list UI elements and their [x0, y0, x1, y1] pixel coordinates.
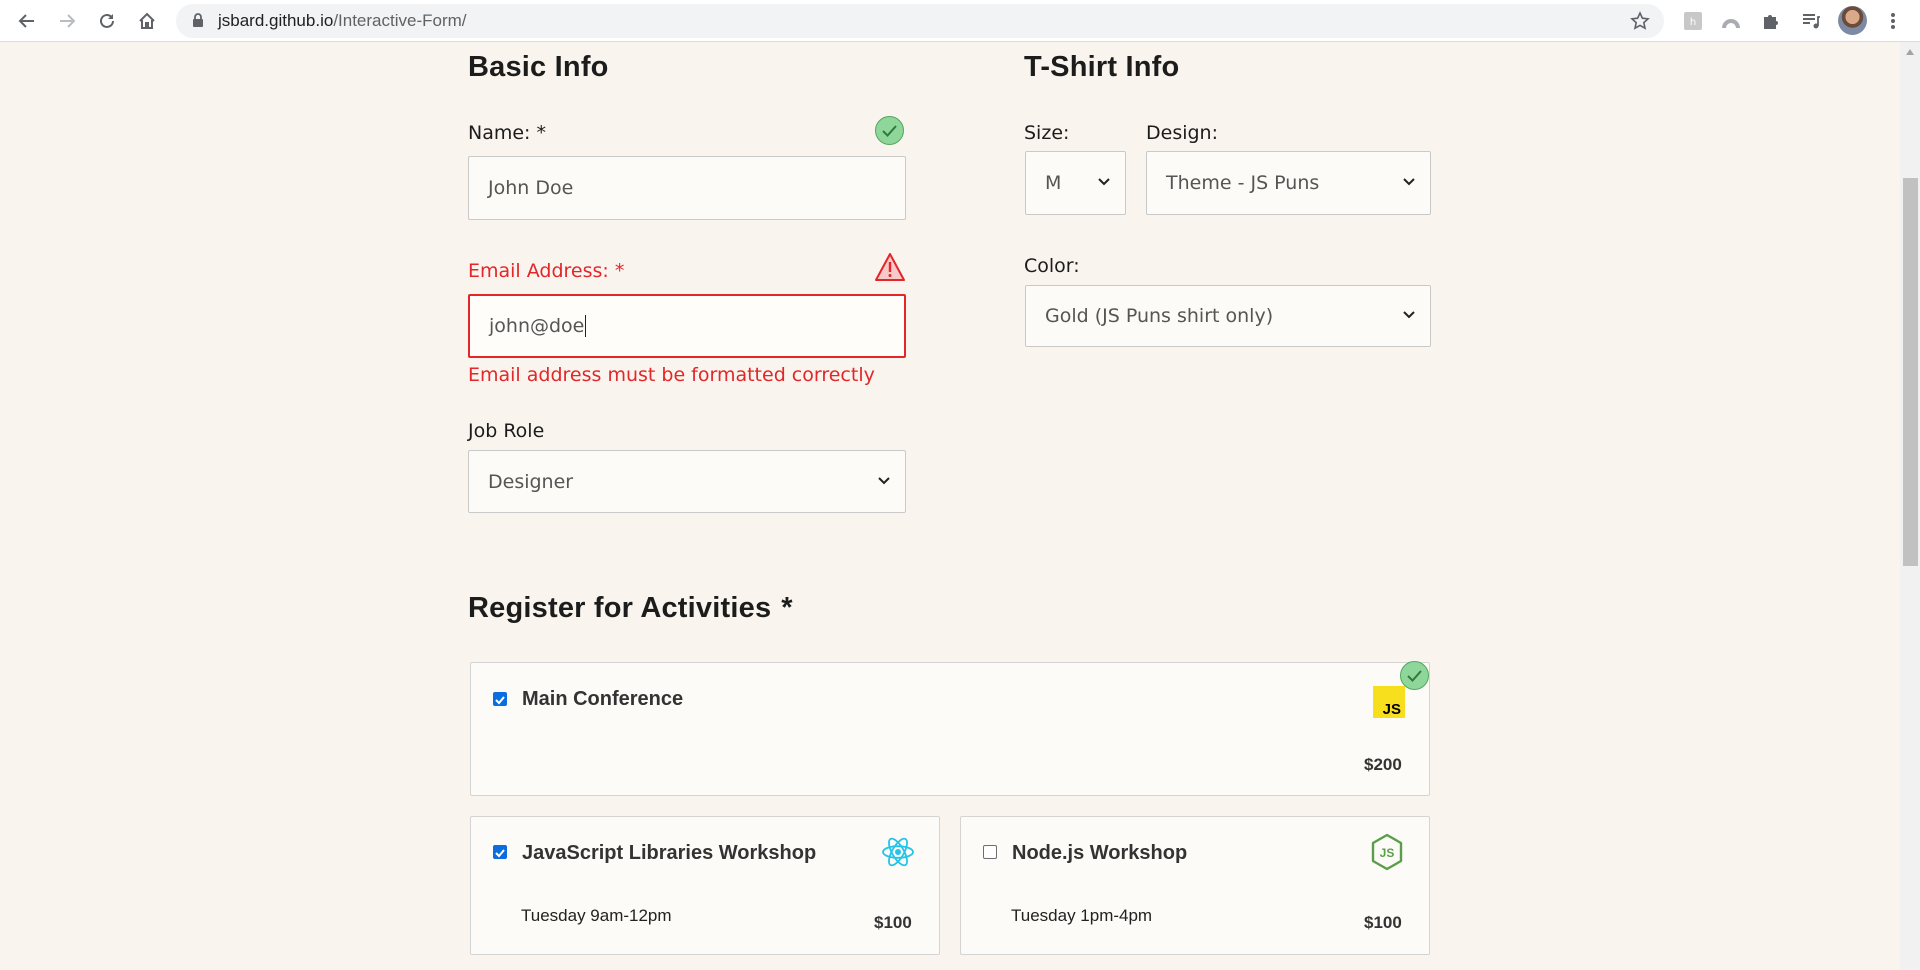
activity-card-main-conference[interactable]: Main Conference JS $200 [470, 662, 1430, 796]
main-conference-title: Main Conference [522, 688, 684, 710]
back-arrow-icon [18, 14, 34, 28]
nodejs-title: Node.js Workshop [1012, 842, 1188, 864]
scroll-up-arrow-icon[interactable] [1905, 48, 1915, 56]
required-asterisk: * [781, 592, 793, 624]
react-logo-icon [882, 837, 914, 867]
email-warning-icon [875, 253, 905, 281]
activity-card-js-libraries[interactable]: JavaScript Libraries Workshop Tuesday 9a… [470, 816, 940, 955]
playlist-icon [1803, 14, 1820, 29]
bookmark-star-icon[interactable] [1630, 11, 1650, 31]
size-label: Size: [1024, 122, 1070, 144]
back-button[interactable] [12, 6, 42, 36]
puzzle-icon [1764, 15, 1778, 29]
home-icon [139, 12, 155, 29]
lock-icon [193, 13, 203, 27]
basic-info-heading: Basic Info [468, 51, 609, 83]
size-select[interactable]: M [1025, 151, 1126, 215]
name-input[interactable]: John Doe [468, 156, 906, 220]
nodejs-checkbox[interactable] [983, 845, 997, 859]
email-input[interactable]: john@doe [468, 294, 906, 358]
required-asterisk: * [536, 122, 546, 144]
extension-arc-button[interactable] [1716, 6, 1746, 36]
svg-text:JS: JS [1383, 701, 1401, 718]
name-label: Name: * [468, 122, 546, 144]
design-select[interactable]: Theme - JS Puns [1146, 151, 1431, 215]
url-text: jsbard.github.io/Interactive-Form/ [218, 11, 467, 30]
main-conference-checkbox[interactable] [493, 692, 507, 706]
home-button[interactable] [132, 6, 162, 36]
main-conference-cost: $200 [1364, 755, 1402, 774]
email-error-message: Email address must be formatted correctl… [468, 364, 875, 386]
nodejs-logo-icon: JS [1371, 833, 1403, 871]
js-libraries-title: JavaScript Libraries Workshop [522, 842, 817, 864]
arc-icon [1722, 19, 1740, 28]
nodejs-cost: $100 [1364, 913, 1402, 932]
extension-icon: h [1684, 12, 1702, 30]
js-libraries-time: Tuesday 9am-12pm [521, 906, 672, 925]
activities-heading: Register for Activities * [468, 592, 793, 624]
job-role-select[interactable]: Designer [468, 450, 906, 513]
js-logo-icon: JS [1373, 686, 1405, 718]
js-libraries-cost: $100 [874, 913, 912, 932]
chevron-down-icon [878, 476, 890, 484]
email-label: Email Address: * [468, 260, 625, 282]
svg-text:h: h [1690, 17, 1696, 28]
text-cursor [585, 315, 587, 337]
browser-menu-button[interactable] [1878, 6, 1908, 36]
job-role-label: Job Role [468, 420, 545, 442]
extensions-menu-button[interactable] [1756, 6, 1786, 36]
js-libraries-checkbox[interactable] [493, 845, 507, 859]
required-asterisk: * [614, 260, 625, 282]
forward-arrow-icon [60, 14, 76, 28]
reload-icon [100, 13, 114, 28]
scrollbar-thumb[interactable] [1903, 178, 1918, 566]
browser-toolbar: jsbard.github.io/Interactive-Form/ h [0, 0, 1920, 42]
forward-button[interactable] [52, 6, 82, 36]
activity-card-nodejs[interactable]: Node.js Workshop JS Tuesday 1pm-4pm $100 [960, 816, 1430, 955]
chevron-down-icon [1403, 311, 1415, 319]
profile-avatar[interactable] [1838, 6, 1867, 35]
activities-valid-check-icon [1400, 661, 1429, 690]
design-label: Design: [1146, 122, 1219, 144]
media-control-button[interactable] [1796, 6, 1826, 36]
color-label: Color: [1024, 255, 1080, 277]
extension-translate-button[interactable]: h [1678, 6, 1708, 36]
nodejs-time: Tuesday 1pm-4pm [1011, 906, 1153, 925]
tshirt-info-heading: T-Shirt Info [1024, 51, 1180, 83]
reload-button[interactable] [92, 6, 122, 36]
address-bar[interactable]: jsbard.github.io/Interactive-Form/ [176, 4, 1664, 38]
svg-text:JS: JS [1380, 846, 1395, 860]
more-vertical-icon [1891, 13, 1895, 29]
chevron-down-icon [1403, 178, 1415, 186]
name-valid-check-icon [875, 116, 904, 145]
chevron-down-icon [1098, 178, 1110, 186]
color-select[interactable]: Gold (JS Puns shirt only) [1025, 285, 1431, 347]
